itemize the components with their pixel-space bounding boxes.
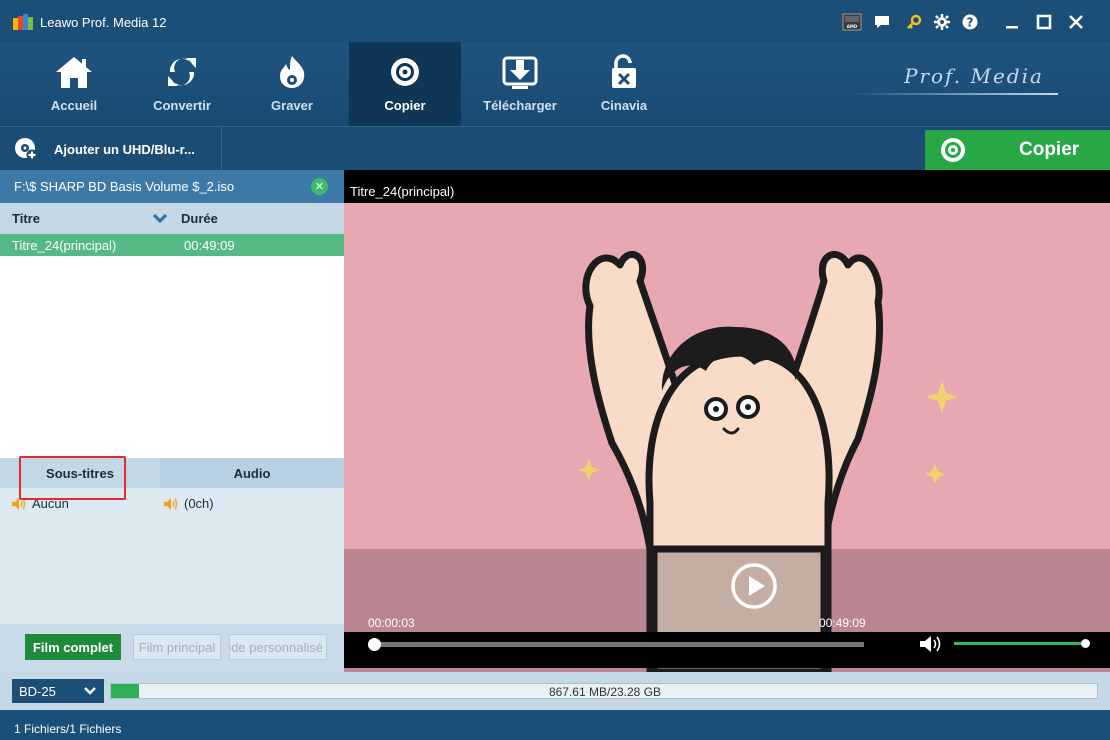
chat-icon[interactable]: [870, 10, 894, 34]
status-bar: 1 Fichiers/1 Fichiers: [0, 710, 1110, 740]
volume-slider[interactable]: [954, 642, 1088, 645]
burn-icon: [270, 52, 314, 92]
file-count-status: 1 Fichiers/1 Fichiers: [14, 722, 122, 736]
add-button-label: Ajouter un UHD/Blu-r...: [54, 141, 195, 157]
full-movie-button[interactable]: Film complet: [25, 634, 121, 660]
video-frame: [344, 203, 1110, 672]
player-controls: [344, 632, 1110, 668]
key-icon[interactable]: [902, 10, 926, 34]
copy-mode-bar: Film complet Film principal Mode personn…: [0, 624, 344, 672]
minimize-icon[interactable]: [1000, 10, 1024, 34]
nav-download[interactable]: Télécharger: [470, 42, 570, 126]
home-icon: [52, 52, 96, 92]
capacity-label: 867.61 MB/23.28 GB: [548, 685, 662, 699]
nav-burn[interactable]: Graver: [246, 42, 338, 126]
copy-disc-icon: [941, 138, 965, 162]
download-icon: [498, 52, 542, 92]
copy-button-label: Copier: [1019, 139, 1080, 160]
copy-button[interactable]: Copier: [925, 130, 1110, 170]
play-button[interactable]: [730, 562, 778, 610]
remove-file-icon[interactable]: ✕: [311, 178, 328, 195]
gear-icon[interactable]: [930, 10, 954, 34]
highlight-box: [19, 456, 126, 500]
column-duration[interactable]: Durée: [181, 211, 218, 226]
toolbar: Ajouter un UHD/Blu-r... Copier: [0, 126, 1110, 171]
chevron-down-icon: [84, 687, 96, 695]
amd-icon[interactable]: AMD: [840, 10, 864, 34]
source-panel: F:\$ SHARP BD Basis Volume $_2.iso ✕ Tit…: [0, 170, 344, 672]
disc-capacity-meter: 867.61 MB/23.28 GB: [110, 683, 1098, 699]
source-file-name: F:\$ SHARP BD Basis Volume $_2.iso: [14, 179, 235, 194]
title-list: Titre_24(principal) 00:49:09: [0, 234, 344, 458]
add-disc-icon: [15, 138, 38, 161]
volume-handle[interactable]: [1081, 639, 1090, 648]
main-nav: Accueil Convertir Graver Copier Téléchar…: [0, 42, 1110, 126]
speaker-icon: [164, 497, 178, 510]
disc-type-value: BD-25: [19, 683, 56, 699]
close-icon[interactable]: [1064, 10, 1088, 34]
seek-handle[interactable]: [368, 638, 381, 651]
nav-copy[interactable]: Copier: [349, 42, 461, 126]
main-movie-button[interactable]: Film principal: [133, 634, 221, 660]
nav-cinavia[interactable]: Cinavia: [578, 42, 670, 126]
seek-bar[interactable]: [374, 642, 864, 647]
brand-logo: Prof. Media: [904, 64, 1044, 88]
file-header: F:\$ SHARP BD Basis Volume $_2.iso: [0, 170, 344, 203]
svg-text:?: ?: [967, 16, 974, 30]
convert-icon: [160, 52, 204, 92]
custom-mode-button[interactable]: Mode personnalisé: [229, 634, 327, 660]
app-logo-icon: [13, 14, 33, 30]
volume-icon[interactable]: [920, 635, 942, 653]
video-title-bar: Titre_24(principal): [344, 170, 1110, 203]
audio-value: (0ch): [184, 496, 214, 511]
title-duration: 00:49:09: [184, 238, 235, 253]
maximize-icon[interactable]: [1032, 10, 1056, 34]
chevron-down-icon[interactable]: [153, 211, 167, 225]
title-name: Titre_24(principal): [12, 238, 117, 253]
video-preview: Titre_24(principal) 00:00:03 00:49:09: [344, 170, 1110, 672]
tracks-list: Aucun (0ch): [0, 488, 344, 624]
column-title[interactable]: Titre: [12, 211, 40, 226]
title-list-header: Titre Durée: [0, 203, 344, 234]
audio-header: Audio: [233, 465, 271, 481]
copy-disc-icon: [383, 52, 427, 92]
svg-text:AMD: AMD: [847, 24, 858, 29]
nav-convert[interactable]: Convertir: [136, 42, 228, 126]
audio-track[interactable]: (0ch): [164, 496, 214, 511]
title-bar: Leawo Prof. Media 12 AMD ?: [0, 0, 1110, 42]
brand-underline: [850, 93, 1058, 95]
total-time: 00:49:09: [819, 616, 866, 630]
capacity-bar: BD-25 867.61 MB/23.28 GB: [0, 672, 1110, 710]
help-icon[interactable]: ?: [958, 10, 982, 34]
add-uhd-bluray-button[interactable]: Ajouter un UHD/Blu-r...: [0, 127, 222, 171]
disc-type-select[interactable]: BD-25: [12, 679, 104, 703]
app-title: Leawo Prof. Media 12: [40, 15, 167, 30]
current-time: 00:00:03: [368, 616, 415, 630]
title-row[interactable]: Titre_24(principal) 00:49:09: [0, 234, 344, 256]
nav-home[interactable]: Accueil: [28, 42, 120, 126]
video-title: Titre_24(principal): [350, 184, 455, 199]
unlock-icon: [602, 52, 646, 92]
